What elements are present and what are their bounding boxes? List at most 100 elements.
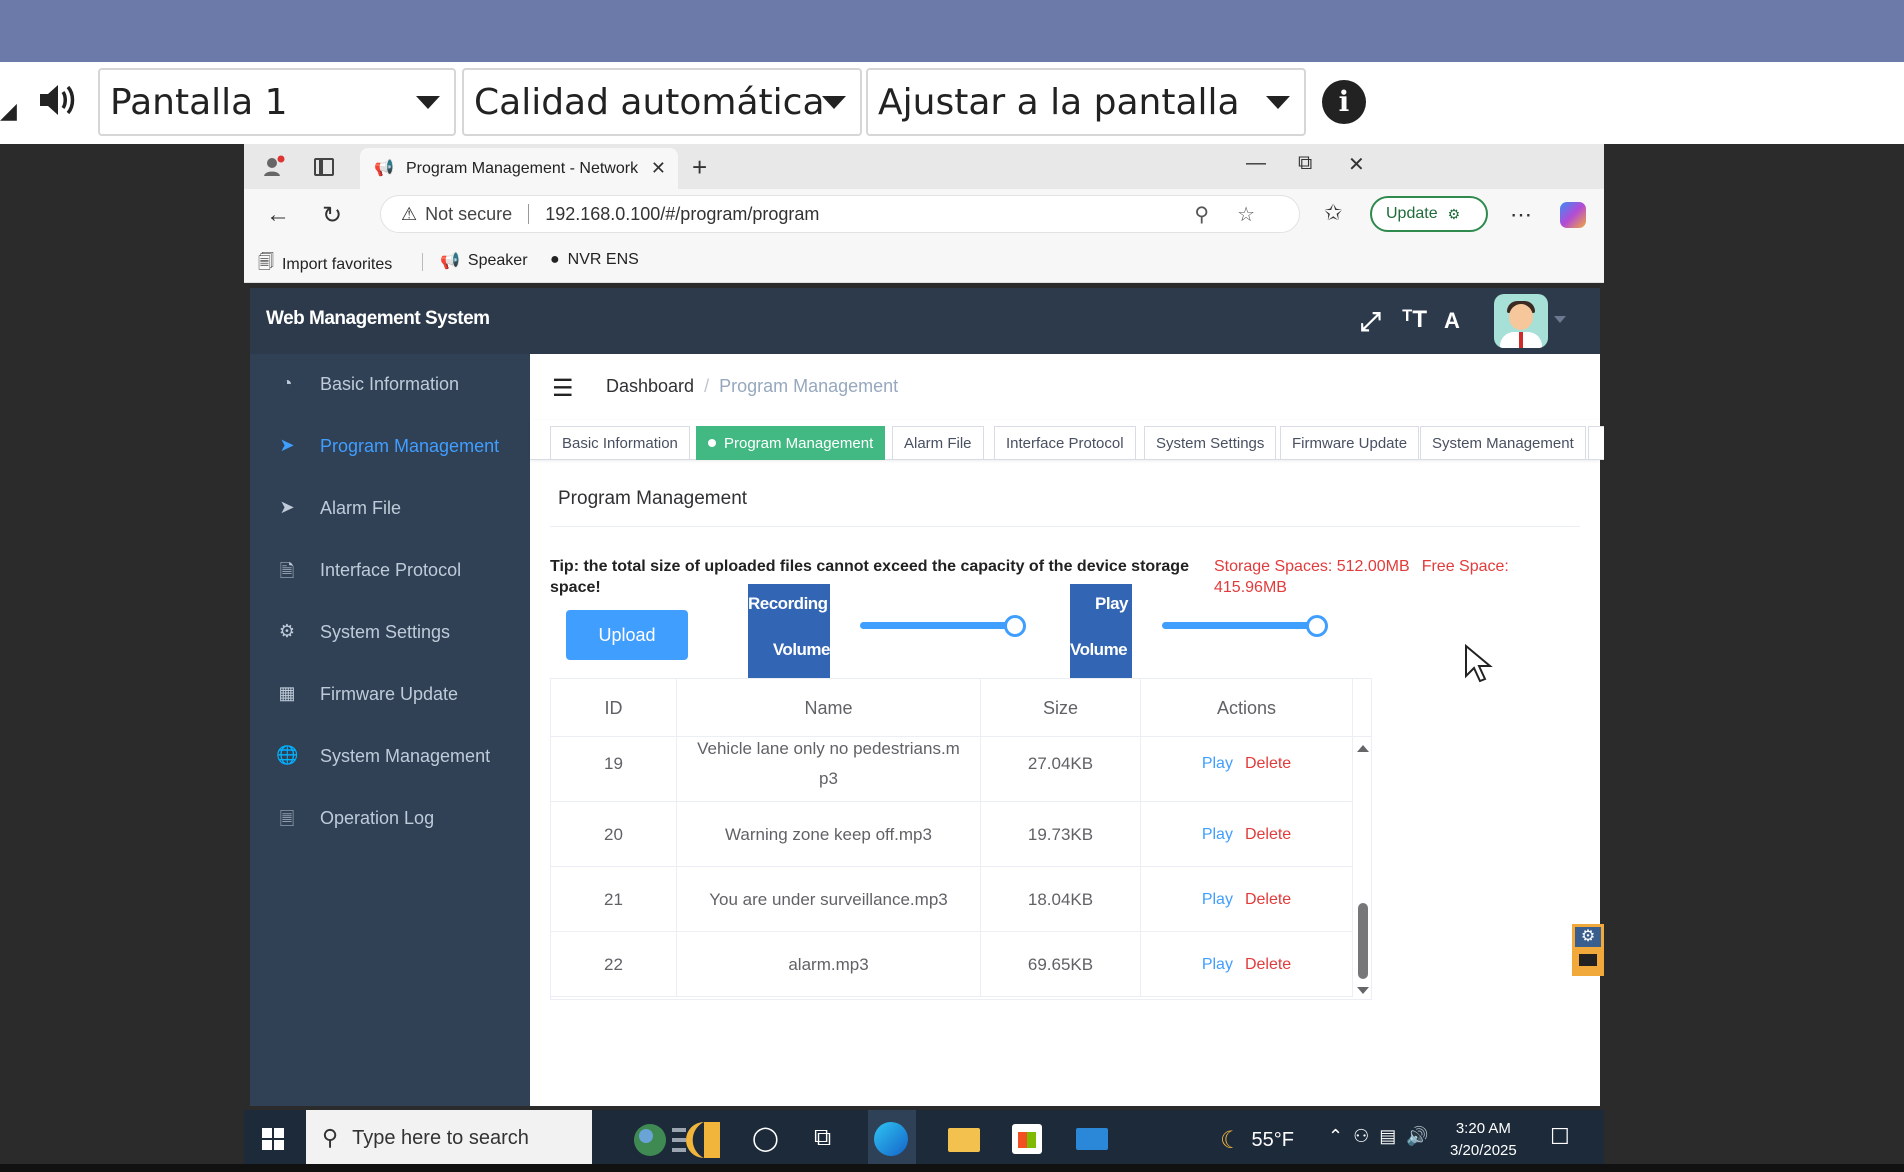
- cell-id: 21: [551, 867, 677, 932]
- favorites-bar: 🗐 Import favorites 📢 Speaker ● NVR ENS: [244, 239, 1604, 283]
- tab-basic-information[interactable]: Basic Information: [550, 426, 690, 460]
- tag-label: Alarm File: [904, 434, 972, 452]
- play-volume-knob[interactable]: [1306, 615, 1328, 637]
- chevron-down-icon[interactable]: [1554, 316, 1566, 323]
- favorite-import[interactable]: 🗐 Import favorites: [258, 251, 392, 278]
- import-icon: 🗐: [258, 254, 274, 271]
- sidebar-item-firmware-update[interactable]: ▦ Firmware Update: [250, 664, 530, 724]
- delete-button[interactable]: Delete: [1245, 820, 1291, 850]
- more-icon[interactable]: ⋯: [1510, 202, 1532, 228]
- avatar[interactable]: [1494, 294, 1548, 348]
- recording-volume-knob[interactable]: [1004, 615, 1026, 637]
- cortana-icon[interactable]: ◯: [752, 1124, 779, 1153]
- cell-name: You are under surveillance.mp3: [677, 867, 981, 932]
- tab-overflow[interactable]: [1588, 426, 1604, 460]
- tab-system-settings[interactable]: System Settings: [1144, 426, 1277, 460]
- gear-icon: ⚙: [1575, 927, 1601, 947]
- favorite-speaker[interactable]: 📢 Speaker: [440, 251, 528, 271]
- breadcrumb-home[interactable]: Dashboard: [606, 376, 694, 396]
- sidebar-item-basic-information[interactable]: ◔ Basic Information: [250, 354, 530, 414]
- tab-interface-protocol[interactable]: Interface Protocol: [994, 426, 1136, 460]
- tag-label: Basic Information: [562, 434, 678, 452]
- play-button[interactable]: Play: [1202, 885, 1233, 915]
- speaker-icon[interactable]: [36, 78, 80, 122]
- favorites-icon[interactable]: ✩: [1324, 200, 1342, 226]
- url-field[interactable]: ⚠ Not secure 192.168.0.100/#/program/pro…: [380, 195, 1300, 233]
- scroll-thumb[interactable]: [1358, 903, 1368, 979]
- play-button[interactable]: Play: [1202, 749, 1233, 779]
- screen-select[interactable]: Pantalla 1: [98, 68, 456, 136]
- tab-program-management[interactable]: Program Management: [696, 426, 886, 460]
- update-badge-icon: ⚙: [1447, 205, 1461, 222]
- cell-actions: Play Delete: [1141, 737, 1353, 802]
- sidebar-item-system-settings[interactable]: ⚙ System Settings: [250, 602, 530, 662]
- fullscreen-icon[interactable]: ⤢: [1360, 306, 1381, 338]
- sidebar-item-alarm-file[interactable]: ➤ Alarm File: [250, 478, 530, 538]
- delete-button[interactable]: Delete: [1245, 885, 1291, 915]
- browser-tab[interactable]: 📢 Program Management - Network ✕: [360, 148, 678, 189]
- tab-actions-icon[interactable]: [314, 158, 334, 176]
- viewer-edge-arrow[interactable]: ◢: [0, 98, 17, 123]
- fit-select[interactable]: Ajustar a la pantalla: [866, 68, 1306, 136]
- update-button[interactable]: Update ⚙: [1370, 196, 1488, 232]
- window-close-icon[interactable]: ✕: [1348, 152, 1365, 177]
- quality-select[interactable]: Calidad automática: [462, 68, 862, 136]
- hamburger-icon[interactable]: ☰: [552, 374, 574, 403]
- translate-icon[interactable]: A: [1444, 308, 1460, 334]
- windows-start-icon[interactable]: [262, 1128, 284, 1150]
- info-icon[interactable]: i: [1322, 80, 1366, 124]
- taskbar-search-input[interactable]: ⚲ Type here to search: [306, 1110, 592, 1166]
- edge-icon[interactable]: [874, 1122, 908, 1156]
- task-view-icon[interactable]: ⧉: [814, 1124, 831, 1152]
- delete-button[interactable]: Delete: [1245, 950, 1291, 980]
- store-icon[interactable]: [1012, 1124, 1042, 1154]
- table-scrollbar[interactable]: [1353, 737, 1371, 999]
- web-page: Web Management System ⤢ ᵀT A ◔ Basic Inf…: [250, 288, 1604, 1106]
- recording-volume-track[interactable]: [860, 622, 1014, 629]
- notification-icon[interactable]: ☐: [1550, 1124, 1570, 1150]
- mouse-cursor-icon: [1465, 644, 1493, 683]
- tab-firmware-update[interactable]: Firmware Update: [1280, 426, 1420, 460]
- scroll-up-icon[interactable]: [1357, 745, 1369, 752]
- sidebar-item-label: Firmware Update: [320, 683, 459, 704]
- upload-button[interactable]: Upload: [566, 610, 688, 660]
- url-text[interactable]: 192.168.0.100/#/program/program: [545, 204, 819, 225]
- table-row: 21 You are under surveillance.mp3 18.04K…: [551, 867, 1353, 932]
- clock[interactable]: 3:20 AM 3/20/2025: [1450, 1118, 1517, 1162]
- play-volume-track[interactable]: [1162, 622, 1316, 629]
- side-widget[interactable]: ⚙: [1572, 924, 1604, 976]
- restore-icon[interactable]: ⧉: [1298, 152, 1312, 175]
- close-tab-icon[interactable]: ✕: [651, 158, 666, 179]
- url-action-icons[interactable]: ⚲☆: [1194, 202, 1283, 227]
- profile-icon[interactable]: [262, 154, 286, 178]
- weather-widget[interactable]: ☾ 55°F: [1220, 1126, 1294, 1155]
- storage-total: Storage Spaces: 512.00MB: [1214, 558, 1410, 575]
- minimize-icon[interactable]: —: [1246, 152, 1266, 175]
- play-button[interactable]: Play: [1202, 820, 1233, 850]
- sidebar-item-label: Alarm File: [320, 497, 402, 518]
- sidebar-item-system-management[interactable]: 🌐 System Management: [250, 726, 530, 786]
- tab-alarm-file[interactable]: Alarm File: [892, 426, 984, 460]
- system-tray-icons[interactable]: ⌃⚇▤🔊: [1328, 1126, 1439, 1147]
- favorite-nvr[interactable]: ● NVR ENS: [550, 251, 639, 269]
- font-size-icon[interactable]: ᵀT: [1402, 306, 1427, 334]
- chevron-down-icon: [1266, 96, 1290, 109]
- play-button[interactable]: Play: [1202, 950, 1233, 980]
- search-icon: ⚲: [322, 1125, 339, 1150]
- reload-icon[interactable]: ↻: [322, 201, 342, 230]
- file-explorer-icon[interactable]: [948, 1128, 980, 1152]
- tab-system-management[interactable]: System Management: [1420, 426, 1586, 460]
- scroll-down-icon[interactable]: [1357, 987, 1369, 994]
- sidebar-item-program-management[interactable]: ➤ Program Management: [250, 416, 530, 476]
- copilot-icon[interactable]: [1560, 202, 1586, 228]
- sidebar-item-operation-log[interactable]: 🗏 Operation Log: [250, 788, 530, 848]
- new-tab-icon[interactable]: +: [692, 152, 707, 183]
- screen-select-value: Pantalla 1: [110, 81, 288, 123]
- not-secure-label[interactable]: Not secure: [425, 204, 512, 225]
- delete-button[interactable]: Delete: [1245, 749, 1291, 779]
- sidebar-item-interface-protocol[interactable]: 🗎 Interface Protocol: [250, 540, 530, 600]
- back-icon[interactable]: ←: [266, 201, 290, 229]
- mail-icon[interactable]: [1076, 1128, 1108, 1150]
- dashboard-icon: ◔: [281, 373, 293, 393]
- taskbar: ⚲ Type here to search ◯ ⧉ ☾ 55°F ⌃⚇▤🔊 3:…: [244, 1110, 1604, 1168]
